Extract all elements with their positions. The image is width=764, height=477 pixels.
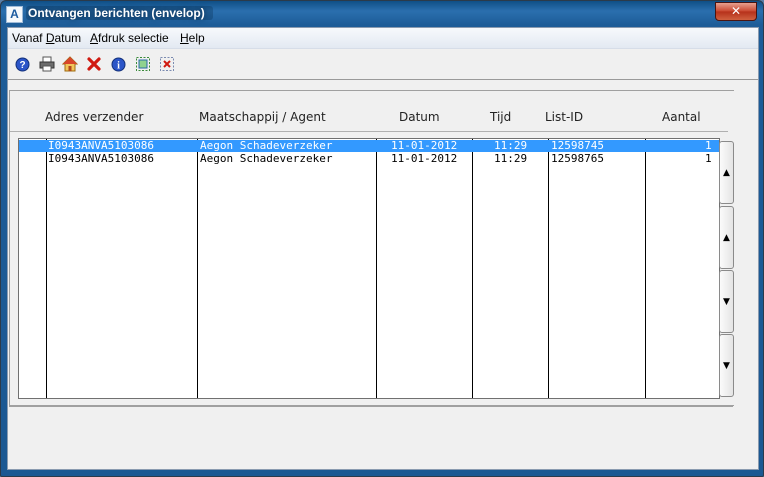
column-divider — [645, 139, 646, 398]
scroll-page-up-button[interactable]: ▲ — [719, 206, 734, 269]
column-header-datum[interactable]: Datum — [399, 110, 440, 124]
window-title: Ontvangen berichten (envelop) — [26, 6, 213, 20]
home-icon[interactable] — [62, 56, 78, 72]
application-window: A Ontvangen berichten (envelop) ✕ Vanaf … — [0, 0, 764, 477]
cell-datum: 11-01-2012 — [391, 152, 458, 165]
cell-maatschappij: Aegon Schadeverzeker — [200, 139, 333, 152]
column-header-adres[interactable]: Adres verzender — [45, 110, 143, 124]
scroll-top-button[interactable]: ▲ — [719, 141, 734, 204]
column-divider — [46, 139, 47, 398]
column-header-list-id[interactable]: List-ID — [545, 110, 583, 124]
table-row[interactable]: I0943ANVA5103086 Aegon Schadeverzeker 11… — [19, 152, 719, 165]
cell-aantal: 1 — [705, 152, 712, 165]
close-button[interactable]: ✕ — [715, 2, 757, 21]
menu-bar: Vanaf Datum Afdruk selectie Help — [8, 28, 758, 49]
cell-datum: 11-01-2012 — [391, 139, 458, 152]
header-divider — [10, 131, 728, 132]
title-bar[interactable]: A Ontvangen berichten (envelop) ✕ — [1, 1, 763, 27]
info-icon[interactable]: i — [110, 56, 126, 72]
client-area: Vanaf Datum Afdruk selectie Help ? i Adr… — [7, 27, 759, 470]
cell-list-id: 12598745 — [551, 139, 604, 152]
print-icon[interactable] — [39, 56, 55, 72]
cell-adres: I0943ANVA5103086 — [48, 152, 154, 165]
column-divider — [197, 139, 198, 398]
column-divider — [376, 139, 377, 398]
cell-adres: I0943ANVA5103086 — [48, 139, 154, 152]
messages-table[interactable]: I0943ANVA5103086 Aegon Schadeverzeker 11… — [18, 138, 720, 399]
scroll-page-down-button[interactable]: ▼ — [719, 270, 734, 333]
column-header-tijd[interactable]: Tijd — [490, 110, 511, 124]
table-row[interactable]: I0943ANVA5103086 Aegon Schadeverzeker 11… — [19, 139, 719, 152]
help-icon[interactable]: ? — [14, 56, 30, 72]
panel-bottom-divider — [9, 406, 733, 407]
select-icon[interactable] — [135, 56, 151, 72]
svg-text:?: ? — [19, 60, 25, 71]
cell-tijd: 11:29 — [494, 152, 528, 165]
toolbar: ? i — [8, 49, 758, 80]
column-divider — [548, 139, 549, 398]
scroll-bottom-button[interactable]: ▼ — [719, 334, 734, 397]
column-divider — [472, 139, 473, 398]
cell-list-id: 12598765 — [551, 152, 604, 165]
menu-help[interactable]: Help — [180, 31, 205, 45]
delete-icon[interactable] — [86, 56, 102, 72]
column-header-aantal[interactable]: Aantal — [662, 110, 701, 124]
svg-text:i: i — [117, 60, 120, 71]
clear-selection-icon[interactable] — [159, 56, 175, 72]
menu-afdruk-selectie[interactable]: Afdruk selectie — [90, 31, 169, 45]
app-icon[interactable]: A — [6, 6, 23, 23]
column-header-maatschappij[interactable]: Maatschappij / Agent — [199, 110, 326, 124]
cell-maatschappij: Aegon Schadeverzeker — [200, 152, 333, 165]
cell-aantal: 1 — [705, 139, 712, 152]
menu-vanaf-datum[interactable]: Vanaf Datum — [12, 31, 81, 45]
cell-tijd: 11:29 — [494, 139, 528, 152]
